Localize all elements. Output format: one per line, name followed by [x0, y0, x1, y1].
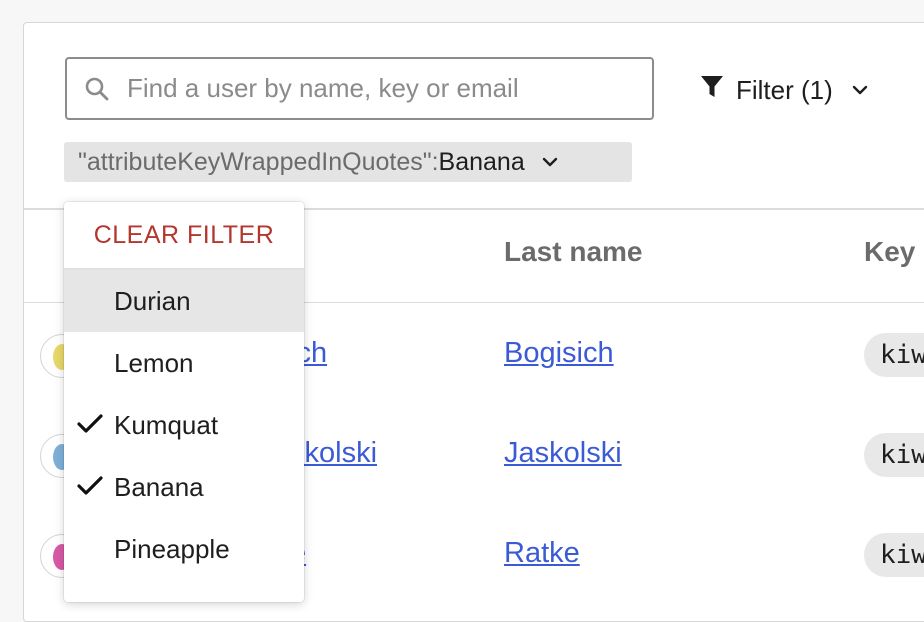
active-filter-chip[interactable]: "attributeKeyWrappedInQuotes": Banana [64, 142, 632, 182]
chevron-down-icon [541, 156, 559, 168]
filter-value-dropdown: CLEAR FILTER Durian Lemon Kumquat Banana… [64, 202, 304, 602]
option-lemon[interactable]: Lemon [64, 332, 304, 394]
filter-label: Filter (1) [736, 74, 833, 105]
option-kumquat[interactable]: Kumquat [64, 394, 304, 456]
last-name-link[interactable]: Jaskolski [504, 437, 622, 470]
last-name-link[interactable]: Ratke [504, 537, 580, 570]
option-pineapple[interactable]: Pineapple [64, 518, 304, 580]
filter-attribute-key: "attributeKeyWrappedInQuotes": [78, 147, 439, 176]
column-header-last-name[interactable]: Last name [504, 236, 643, 268]
last-name-link[interactable]: Bogisich [504, 337, 614, 370]
checkmark-icon [77, 475, 103, 497]
clear-filter-button[interactable]: CLEAR FILTER [64, 202, 304, 270]
option-durian[interactable]: Durian [64, 270, 304, 332]
filter-attribute-value: Banana [438, 147, 525, 176]
user-key-badge: kiw [864, 333, 924, 377]
option-label: Pineapple [114, 533, 230, 564]
column-header-key[interactable]: Key [864, 236, 915, 268]
option-label: Kumquat [114, 409, 219, 440]
option-label: Lemon [114, 347, 194, 378]
search-icon [67, 76, 127, 102]
option-label: Durian [114, 285, 191, 316]
search-input[interactable] [127, 59, 652, 118]
option-label: Banana [114, 471, 204, 502]
filter-icon [700, 74, 724, 107]
chevron-down-icon [851, 84, 869, 96]
user-key-badge: kiw [864, 533, 924, 577]
search-box[interactable] [65, 57, 654, 120]
checkmark-icon [77, 413, 103, 435]
user-key-badge: kiw [864, 433, 924, 477]
filter-button[interactable]: Filter (1) [700, 62, 900, 118]
option-banana[interactable]: Banana [64, 456, 304, 518]
